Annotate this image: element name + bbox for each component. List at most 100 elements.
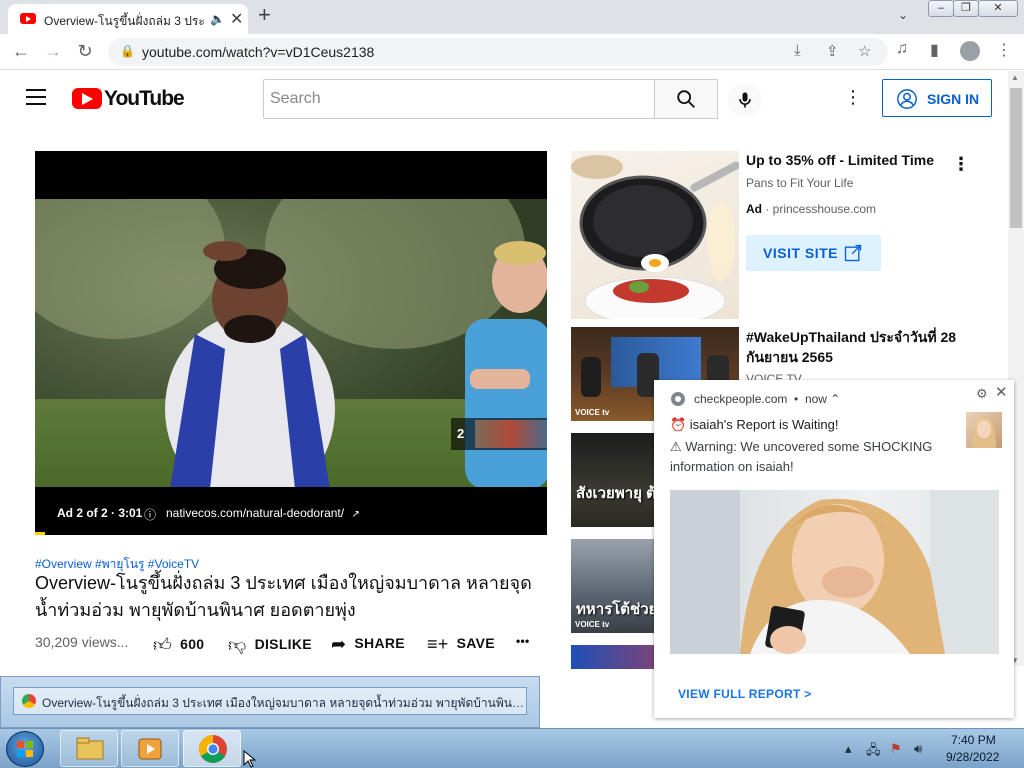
visit-site-button[interactable]: VISIT SITE bbox=[746, 235, 881, 271]
gear-icon[interactable]: ⚙ bbox=[976, 386, 988, 402]
thumbs-up-icon: 👍︎ bbox=[153, 635, 173, 655]
voice-search-button[interactable] bbox=[728, 83, 762, 117]
youtube-favicon-icon bbox=[20, 13, 36, 24]
search-box[interactable] bbox=[263, 79, 655, 119]
scrollbar-thumb[interactable] bbox=[1010, 88, 1022, 228]
search-button[interactable] bbox=[654, 79, 718, 119]
notification-time: now bbox=[804, 392, 827, 406]
new-tab-button[interactable]: + bbox=[258, 2, 271, 28]
ad-badge: Ad bbox=[746, 202, 762, 216]
info-icon[interactable]: ⓘ bbox=[144, 506, 156, 523]
chrome-logo-icon bbox=[199, 735, 227, 763]
view-count[interactable]: 30,209 views... bbox=[35, 634, 128, 650]
bookmark-star-icon[interactable]: ☆ bbox=[858, 42, 871, 60]
clock-date[interactable]: 9/28/2022 bbox=[946, 750, 999, 764]
clock-time[interactable]: 7:40 PM bbox=[951, 733, 996, 747]
side-panel-icon[interactable]: ▮ bbox=[930, 40, 939, 60]
woman-avatar-icon bbox=[972, 417, 996, 448]
taskbar-thumbnail-preview[interactable]: Overview-โนรูขึ้นฝั่งถล่ม 3 ประเทศ เมือง… bbox=[0, 676, 540, 728]
show-hidden-icons-icon[interactable]: ▴ bbox=[845, 741, 852, 757]
youtube-header: YouTube ⋮ SIGN IN bbox=[0, 71, 1008, 127]
notification-source: checkpeople.com • now ⌃ bbox=[694, 392, 841, 406]
notification-body: ⚠ Warning: We uncovered some SHOCKING in… bbox=[670, 439, 933, 474]
chevron-up-icon[interactable]: ⌃ bbox=[830, 392, 840, 406]
address-bar[interactable]: 🔒 youtube.com/watch?v=vD1Ceus2138 ⤓ ⇪ ☆ bbox=[108, 38, 888, 66]
profile-avatar-icon[interactable] bbox=[960, 41, 980, 61]
network-icon[interactable]: 🖧 bbox=[866, 741, 881, 763]
notification-domain: checkpeople.com bbox=[694, 392, 788, 406]
media-player-icon bbox=[138, 738, 162, 760]
tab-close-icon[interactable]: ✕ bbox=[230, 9, 243, 29]
search-input[interactable] bbox=[270, 88, 640, 110]
chrome-icon bbox=[671, 392, 685, 406]
settings-more-icon[interactable]: ⋮ bbox=[843, 87, 863, 108]
windows-start-button[interactable] bbox=[6, 731, 44, 767]
speaker-icon[interactable]: 🔈 bbox=[210, 12, 225, 26]
ad-queue-preview[interactable]: 2 bbox=[451, 418, 547, 450]
view-full-report-button[interactable]: VIEW FULL REPORT > bbox=[678, 687, 812, 701]
recommendation-title[interactable]: #WakeUpThailand ประจำวันที่ 28 กันยายน 2… bbox=[746, 327, 966, 367]
save-button[interactable]: ≡+ SAVE bbox=[427, 634, 495, 655]
action-center-icon[interactable]: ⚑ bbox=[890, 741, 902, 757]
reload-icon[interactable]: ↻ bbox=[74, 40, 96, 62]
ad-url-link[interactable]: nativecos.com/natural-deodorant/ ↗ bbox=[166, 506, 360, 520]
tab-search-icon[interactable]: ⌄ bbox=[898, 8, 908, 22]
thumbs-down-icon: 👎︎ bbox=[228, 635, 247, 655]
open-in-new-icon bbox=[844, 244, 862, 262]
channel-watermark: VOICE tv bbox=[575, 620, 610, 629]
minimize-button[interactable]: – bbox=[928, 0, 954, 17]
browser-toolbar: ← → ↻ 🔒 youtube.com/watch?v=vD1Ceus2138 … bbox=[0, 34, 1024, 70]
windows-logo-icon bbox=[17, 741, 33, 757]
notification-image bbox=[670, 490, 999, 654]
media-control-icon[interactable]: ♫ bbox=[896, 40, 908, 58]
thumbnail-preview-title: Overview-โนรูขึ้นฝั่งถล่ม 3 ประเทศ เมือง… bbox=[42, 696, 526, 710]
close-icon[interactable]: ✕ bbox=[995, 383, 1008, 401]
ad-url-text: nativecos.com/natural-deodorant/ bbox=[166, 506, 345, 520]
maximize-button[interactable]: ❐ bbox=[953, 0, 979, 17]
install-icon[interactable]: ⤓ bbox=[794, 42, 801, 59]
video-person-image bbox=[165, 241, 335, 487]
playlist-add-icon: ≡+ bbox=[427, 634, 449, 654]
dislike-button[interactable]: 👎︎ DISLIKE bbox=[228, 634, 312, 656]
ad-domain: princesshouse.com bbox=[772, 202, 877, 216]
tab-title: Overview-โนรูขึ้นฝั่งถล่ม 3 ประเ bbox=[44, 14, 204, 28]
like-button[interactable]: 👍︎ 600 bbox=[153, 634, 204, 656]
mouse-cursor-icon bbox=[243, 750, 257, 768]
shocked-woman-image bbox=[670, 490, 999, 654]
ad-progress-bar[interactable] bbox=[35, 532, 45, 535]
url-text[interactable]: youtube.com/watch?v=vD1Ceus2138 bbox=[142, 44, 374, 60]
sign-in-button[interactable]: SIGN IN bbox=[882, 79, 992, 117]
taskbar-explorer-button[interactable] bbox=[60, 730, 118, 767]
browser-tab[interactable]: Overview-โนรูขึ้นฝั่งถล่ม 3 ประเ 🔈 ✕ bbox=[8, 4, 248, 34]
share-label: SHARE bbox=[354, 635, 405, 651]
ad-domain-line: Ad · princesshouse.com bbox=[746, 202, 877, 216]
like-count: 600 bbox=[180, 636, 205, 652]
share-button[interactable]: ➦ SHARE bbox=[331, 634, 405, 655]
lock-icon[interactable]: 🔒 bbox=[120, 44, 135, 58]
folder-icon bbox=[76, 737, 104, 760]
window-close-button[interactable]: ✕ bbox=[978, 0, 1018, 17]
dislike-label: DISLIKE bbox=[254, 636, 312, 652]
account-icon bbox=[897, 89, 917, 109]
thumbnail-preview-item[interactable]: Overview-โนรูขึ้นฝั่งถล่ม 3 ประเทศ เมือง… bbox=[13, 687, 527, 715]
hamburger-menu-icon[interactable] bbox=[26, 89, 46, 105]
youtube-logo-text[interactable]: YouTube bbox=[104, 87, 185, 111]
ad-title[interactable]: Up to 35% off - Limited Time bbox=[746, 152, 934, 168]
more-actions-button[interactable]: ••• bbox=[516, 634, 530, 648]
scroll-up-arrow-icon[interactable]: ▲ bbox=[1011, 73, 1019, 82]
external-link-icon: ↗ bbox=[351, 509, 360, 520]
taskbar-chrome-button[interactable] bbox=[183, 730, 241, 767]
ad-more-options-icon[interactable]: ⋮ bbox=[952, 154, 970, 175]
share-icon[interactable]: ⇪ bbox=[826, 42, 839, 60]
ad-image[interactable] bbox=[571, 151, 739, 319]
forward-icon[interactable]: → bbox=[42, 40, 64, 62]
next-ad-thumbnail bbox=[475, 420, 547, 448]
youtube-logo-play-icon bbox=[82, 93, 93, 105]
chrome-menu-icon[interactable]: ⋮ bbox=[996, 40, 1012, 60]
notification-popup[interactable]: checkpeople.com • now ⌃ ⚙ ✕ ⏰ isaiah's R… bbox=[654, 380, 1014, 718]
channel-watermark: VOICE tv bbox=[575, 408, 610, 417]
back-icon[interactable]: ← bbox=[10, 40, 32, 62]
volume-icon[interactable]: 🔊︎ bbox=[914, 741, 922, 757]
ad-queue-count: 2 bbox=[457, 426, 465, 441]
taskbar-media-player-button[interactable] bbox=[121, 730, 179, 767]
